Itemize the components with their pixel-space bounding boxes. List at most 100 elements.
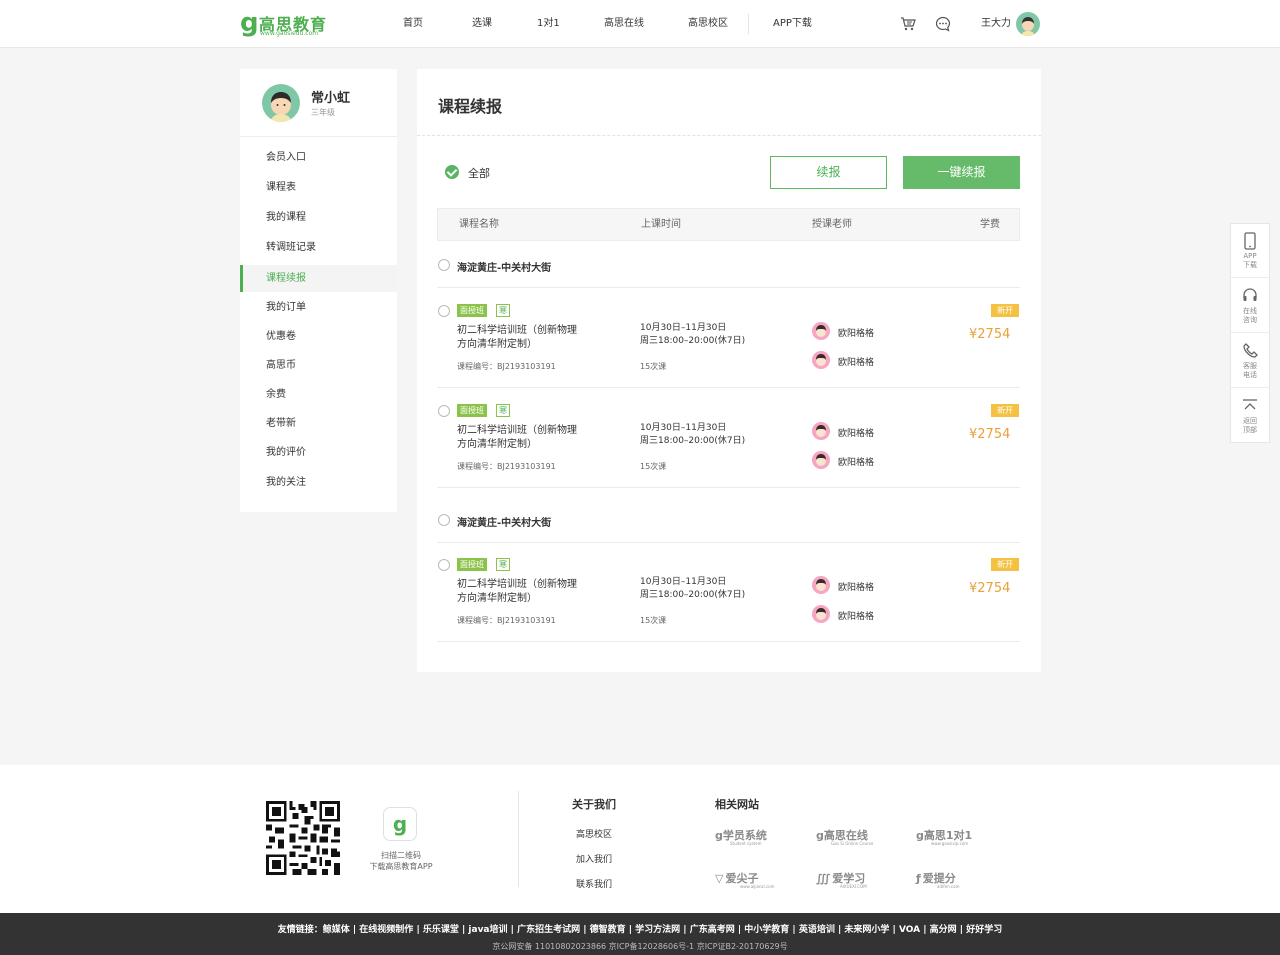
col-teacher: 授课老师 — [812, 219, 852, 230]
course-name[interactable]: 初二科学培训班（创新物理 方向清华附定制） — [457, 324, 607, 352]
renew-button[interactable]: 续报 — [770, 156, 887, 189]
teacher-name: 欧阳格格 — [838, 358, 875, 368]
col-course-name: 课程名称 — [459, 219, 499, 230]
sidebar-item-balance[interactable]: 余费 — [240, 381, 397, 408]
about-us-heading: 关于我们 — [572, 798, 616, 811]
course-radio[interactable] — [438, 559, 450, 571]
site-sub: www.aijianzi.com — [740, 884, 775, 889]
sidebar-item-orders[interactable]: 我的订单 — [240, 294, 397, 321]
float-back-to-top[interactable]: 返回 顶部 — [1231, 389, 1269, 443]
teacher-avatar-icon — [816, 454, 826, 466]
nav-home[interactable]: 首页 — [403, 0, 423, 48]
float-app-download[interactable]: APP 下载 — [1231, 224, 1269, 278]
profile-grade: 三年级 — [311, 108, 335, 117]
float-service-phone[interactable]: 客服 电话 — [1231, 334, 1269, 388]
footer-link-join-us[interactable]: 加入我们 — [576, 852, 612, 865]
headset-icon — [1243, 288, 1257, 301]
logo-g-icon: g — [240, 8, 259, 38]
sidebar-item-my-courses[interactable]: 我的课程 — [240, 204, 397, 231]
nav-campus[interactable]: 高思校区 — [688, 0, 728, 48]
sidebar-item-referral[interactable]: 老带新 — [240, 410, 397, 437]
gaosi-app-icon: g — [393, 812, 407, 836]
back-to-top-icon — [1243, 399, 1257, 410]
top-header: g 高思教育 www.gaosiedu.com 首页 选课 1对1 高思在线 高… — [0, 0, 1280, 48]
site-sub: AIXUEXI.COM — [840, 884, 867, 889]
title-divider — [417, 135, 1041, 136]
sidebar-item-member[interactable]: 会员入口 — [240, 144, 397, 171]
student-avatar-icon — [270, 92, 292, 122]
icp-info: 京公网安备 11010802023866 京ICP备12028606号-1 京I… — [492, 942, 788, 951]
season-tag: 寒 — [496, 558, 510, 571]
nav-divider — [748, 14, 749, 34]
footer-link-contact[interactable]: 联系我们 — [576, 877, 612, 890]
teacher-avatar — [812, 322, 830, 340]
teacher-avatar — [812, 351, 830, 369]
related-sites-heading: 相关网站 — [715, 798, 759, 811]
course-name[interactable]: 初二科学培训班（创新物理 方向清华附定制） — [457, 424, 607, 452]
sidebar-item-coupons[interactable]: 优惠卷 — [240, 323, 397, 350]
row-divider — [437, 487, 1020, 488]
site-sub: Student system — [730, 841, 762, 846]
friend-links[interactable]: 友情链接：鲸媒体 | 在线视频制作 | 乐乐课堂 | java培训 | 广东招生… — [0, 922, 1280, 935]
teacher-avatar-icon — [816, 425, 826, 437]
cart-icon[interactable] — [900, 16, 916, 32]
phone-icon — [1244, 232, 1256, 250]
teacher-avatar-icon — [816, 579, 826, 591]
lesson-count: 15次课 — [640, 616, 667, 625]
profile-avatar — [262, 84, 300, 122]
site-logo[interactable]: g 高思教育 www.gaosiedu.com — [240, 10, 340, 40]
nav-select-course[interactable]: 选课 — [472, 0, 492, 48]
course-name[interactable]: 初二科学培训班（创新物理 方向清华附定制） — [457, 578, 607, 606]
header-avatar[interactable] — [1016, 12, 1040, 36]
message-icon[interactable] — [935, 16, 951, 32]
site-sub: Gao Si Online Course — [831, 841, 874, 846]
class-time: 10月30日–11月30日 周三18:00–20:00(休7日) — [640, 323, 746, 346]
teacher-avatar-icon — [816, 354, 826, 366]
floating-toolbar: APP 下载 在线 咨询 客服 电话 返回 顶部 — [1230, 223, 1270, 443]
course-number: 课程编号：BJ2193103191 — [457, 616, 556, 625]
teacher-name: 欧阳格格 — [838, 458, 875, 468]
col-class-time: 上课时间 — [641, 219, 681, 230]
campus-radio[interactable] — [438, 514, 450, 526]
campus-name: 海淀黄庄-中关村大街 — [457, 263, 552, 274]
svg-text:g: g — [393, 812, 407, 836]
one-click-renew-button[interactable]: 一键续报 — [903, 156, 1020, 189]
course-radio[interactable] — [438, 305, 450, 317]
row-divider — [437, 387, 1020, 388]
sidebar-item-schedule[interactable]: 课程表 — [240, 174, 397, 201]
teacher-avatar — [812, 422, 830, 440]
course-radio[interactable] — [438, 405, 450, 417]
profile-name: 常小虹 — [311, 91, 351, 106]
sidebar-item-reviews[interactable]: 我的评价 — [240, 439, 397, 466]
teacher-name: 欧阳格格 — [838, 429, 875, 439]
row-divider — [437, 542, 1020, 543]
qr-caption: 扫描二维码 下载高思教育APP — [369, 851, 433, 871]
course-price: ¥2754 — [969, 581, 1011, 596]
float-online-consult[interactable]: 在线 咨询 — [1231, 279, 1269, 333]
footer-link-campus[interactable]: 高思校区 — [576, 827, 612, 840]
app-icon: g — [384, 808, 416, 840]
sidebar-item-gaosi-coins[interactable]: 高思币 — [240, 352, 397, 379]
nav-app-download[interactable]: APP下载 — [773, 0, 812, 48]
nav-one-on-one[interactable]: 1对1 — [537, 0, 560, 48]
bottom-bar: 友情链接：鲸媒体 | 在线视频制作 | 乐乐课堂 | java培训 | 广东招生… — [0, 913, 1280, 955]
lesson-count: 15次课 — [640, 362, 667, 371]
sidebar-item-follows[interactable]: 我的关注 — [240, 469, 397, 496]
course-price: ¥2754 — [969, 427, 1011, 442]
sidebar-item-renewal[interactable]: 课程续报 — [240, 265, 397, 292]
campus-radio[interactable] — [438, 259, 450, 271]
select-all-checkbox[interactable] — [445, 165, 459, 179]
teacher-avatar-icon — [816, 608, 826, 620]
course-number: 课程编号：BJ2193103191 — [457, 362, 556, 371]
campus-name: 海淀黄庄-中关村大街 — [457, 518, 552, 529]
nav-online[interactable]: 高思在线 — [604, 0, 644, 48]
course-number: 课程编号：BJ2193103191 — [457, 462, 556, 471]
row-divider — [437, 287, 1020, 288]
site-sub: aitifen.com — [937, 884, 960, 889]
telephone-icon — [1243, 343, 1258, 358]
select-all-label: 全部 — [468, 167, 490, 180]
sidebar-item-transfer-records[interactable]: 转调班记录 — [240, 234, 397, 261]
site-sub: www.gaosivip.com — [931, 841, 969, 846]
header-username[interactable]: 王大力 — [981, 0, 1011, 48]
teacher-avatar — [812, 605, 830, 623]
